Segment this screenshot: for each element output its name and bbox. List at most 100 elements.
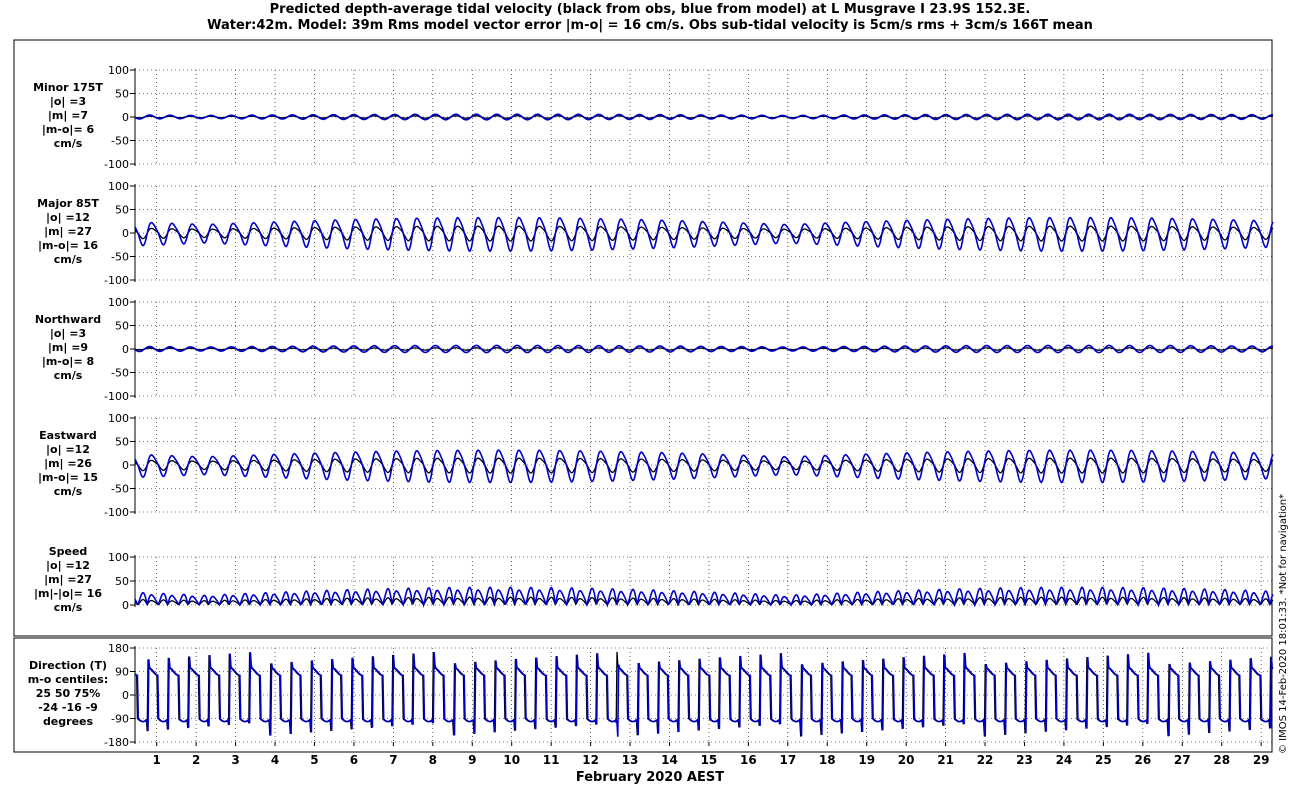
x-tick-label: 22 bbox=[977, 753, 994, 767]
y-tick-label: 0 bbox=[122, 227, 129, 240]
panel-label-line: |m| =9 bbox=[48, 341, 88, 354]
x-tick-label: 20 bbox=[898, 753, 915, 767]
x-tick-label: 29 bbox=[1253, 753, 1270, 767]
y-tick-label: -50 bbox=[111, 483, 129, 496]
y-tick-label: -50 bbox=[111, 367, 129, 380]
y-tick-label: -100 bbox=[104, 158, 129, 171]
x-tick-label: 27 bbox=[1174, 753, 1191, 767]
panel-label-line: |o| =3 bbox=[50, 95, 86, 108]
panel-speed: 100 50 0 Speed|o| =12|m| =27|m|-|o|= 16cm/s bbox=[34, 545, 1274, 614]
y-tick-label: -90 bbox=[111, 713, 129, 726]
x-tick-label: 12 bbox=[582, 753, 599, 767]
y-tick-label: 50 bbox=[115, 204, 129, 217]
series-line-model-direction bbox=[134, 652, 1274, 737]
panel-label-line: cm/s bbox=[54, 137, 83, 150]
y-tick-label: 100 bbox=[108, 180, 129, 193]
panel-label-line: Eastward bbox=[39, 429, 97, 442]
series-line-obs-east bbox=[134, 457, 1274, 474]
y-tick-label: 50 bbox=[115, 320, 129, 333]
panel-label-line: |m-o|= 16 bbox=[38, 239, 98, 252]
x-tick-label: 24 bbox=[1056, 753, 1073, 767]
y-tick-label: 180 bbox=[108, 642, 129, 655]
panel-north: 100 50 0 -50 -100 Northward|o| =3|m| =9|m-o|=… bbox=[35, 296, 1274, 403]
panel-label-line: |o| =3 bbox=[50, 327, 86, 340]
x-tick-label: 3 bbox=[231, 753, 239, 767]
panel-label-line: Major 85T bbox=[37, 197, 99, 210]
y-tick-label: 90 bbox=[115, 666, 129, 679]
panel-label-line: Minor 175T bbox=[33, 81, 103, 94]
y-tick-label: 0 bbox=[122, 459, 129, 472]
y-tick-label: -50 bbox=[111, 251, 129, 264]
panel-label-line: cm/s bbox=[54, 253, 83, 266]
series-line-obs-major bbox=[134, 225, 1274, 242]
y-tick-label: 100 bbox=[108, 412, 129, 425]
x-tick-label: 25 bbox=[1095, 753, 1112, 767]
panel-label-line: cm/s bbox=[54, 369, 83, 382]
y-tick-label: -100 bbox=[104, 390, 129, 403]
y-tick-label: -100 bbox=[104, 274, 129, 287]
x-tick-label: 17 bbox=[779, 753, 796, 767]
x-tick-label: 11 bbox=[543, 753, 560, 767]
x-tick-label: 23 bbox=[1016, 753, 1033, 767]
y-tick-label: 0 bbox=[122, 599, 129, 612]
panel-label-line: cm/s bbox=[54, 601, 83, 614]
x-tick-label: 1 bbox=[153, 753, 161, 767]
x-tick-label: 14 bbox=[661, 753, 678, 767]
frame-1 bbox=[13, 39, 1273, 637]
y-tick-label: 50 bbox=[115, 88, 129, 101]
y-tick-label: -100 bbox=[104, 506, 129, 519]
x-axis-label: February 2020 AEST bbox=[575, 770, 725, 785]
series-line-model-major bbox=[134, 216, 1274, 253]
series-line-model-speed bbox=[134, 586, 1274, 608]
x-tick-label: 26 bbox=[1134, 753, 1151, 767]
panel-major: 100 50 0 -50 -100 Major 85T|o| =12|m| =27|m-o… bbox=[37, 180, 1274, 287]
x-tick-label: 19 bbox=[858, 753, 875, 767]
panel-east: 100 50 0 -50 -100 Eastward|o| =12|m| =26|m-o|… bbox=[38, 412, 1274, 519]
x-tick-label: 21 bbox=[937, 753, 954, 767]
x-tick-label: 6 bbox=[350, 753, 358, 767]
panel-label-line: m-o centiles: bbox=[28, 673, 108, 686]
panel-label-line: |o| =12 bbox=[46, 443, 90, 456]
panel-label-line: |m| =7 bbox=[48, 109, 88, 122]
x-tick-label: 13 bbox=[622, 753, 639, 767]
panel-label-line: |m| =27 bbox=[44, 573, 92, 586]
x-tick-label: 4 bbox=[271, 753, 279, 767]
panel-label-line: -24 -16 -9 bbox=[38, 701, 98, 714]
panel-label-line: |m-o|= 15 bbox=[38, 471, 98, 484]
panel-label-line: cm/s bbox=[54, 485, 83, 498]
tidal-velocity-figure: 100500-50-100Minor 175T|o| =3|m| =7|m-o|… bbox=[13, 39, 1274, 767]
panel-label-line: |m|-|o|= 16 bbox=[34, 587, 102, 600]
panel-label-line: |m-o|= 6 bbox=[42, 123, 95, 136]
panel-label-line: |o| =12 bbox=[46, 211, 90, 224]
x-tick-label: 5 bbox=[310, 753, 318, 767]
panel-label-line: |m-o|= 8 bbox=[42, 355, 94, 368]
x-tick-label: 15 bbox=[701, 753, 718, 767]
y-tick-label: 0 bbox=[122, 689, 129, 702]
panel-label-line: |m| =27 bbox=[44, 225, 92, 238]
x-tick-label: 2 bbox=[192, 753, 200, 767]
y-tick-label: 100 bbox=[108, 551, 129, 564]
series-line-obs-direction bbox=[134, 651, 1274, 737]
panel-label-line: |o| =12 bbox=[46, 559, 90, 572]
y-tick-label: 100 bbox=[108, 296, 129, 309]
y-tick-label: -50 bbox=[111, 135, 129, 148]
panel-minor: 100 50 0 -50 -100 Minor 175T|o| =3|m| =7|m-o|… bbox=[33, 64, 1274, 171]
panel-label-line: Northward bbox=[35, 313, 101, 326]
x-tick-label: 7 bbox=[389, 753, 397, 767]
x-tick-label: 16 bbox=[740, 753, 757, 767]
panel-label-line: degrees bbox=[43, 715, 94, 728]
y-tick-label: 50 bbox=[115, 575, 129, 588]
panel-label-line: Speed bbox=[49, 545, 88, 558]
panel-label-line: Direction (T) bbox=[29, 659, 107, 672]
x-tick-label: 10 bbox=[503, 753, 520, 767]
y-tick-label: 0 bbox=[122, 343, 129, 356]
panel-label-line: 25 50 75% bbox=[36, 687, 101, 700]
y-tick-label: -180 bbox=[104, 736, 129, 749]
series-line-model-east bbox=[134, 449, 1274, 484]
y-tick-label: 50 bbox=[115, 436, 129, 449]
copyright-note: © IMOS 14-Feb-2020 18:01:33. *Not for na… bbox=[1278, 493, 1289, 754]
y-tick-label: 0 bbox=[122, 111, 129, 124]
x-tick-label: 18 bbox=[819, 753, 836, 767]
x-tick-label: 9 bbox=[468, 753, 476, 767]
panel-direction: 180 90 0 -90 -180 Direction (T)m-o centiles:2… bbox=[28, 642, 1274, 749]
